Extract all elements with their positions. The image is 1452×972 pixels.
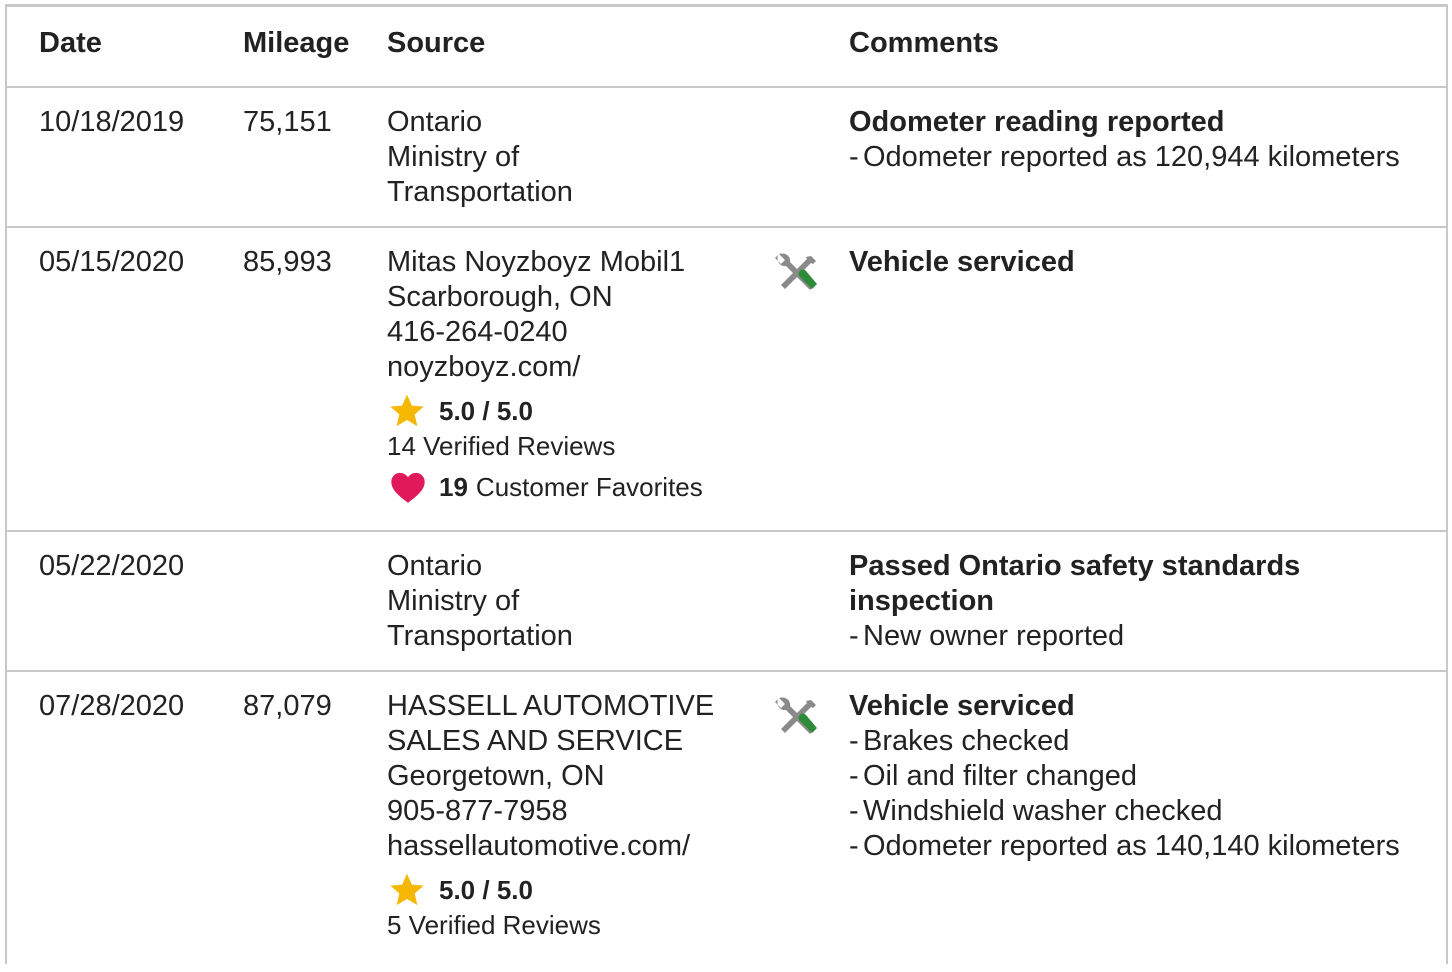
shop-rating: 5.0 / 5.0 xyxy=(387,872,714,908)
shop-phone[interactable]: 416-264-0240 xyxy=(387,315,703,350)
source-line: Transportation xyxy=(387,176,573,208)
rating-score: 5.0 / 5.0 xyxy=(439,874,533,905)
record-mileage: 87,079 xyxy=(243,690,332,722)
bullet-dash: - xyxy=(849,760,859,792)
record-date: 05/15/2020 xyxy=(39,246,185,278)
bullet-dash: - xyxy=(849,830,859,862)
record-source: HASSELL AUTOMOTIVE SALES AND SERVICE Geo… xyxy=(387,689,714,942)
bullet-text: Oil and filter changed xyxy=(863,760,1138,792)
record-source: Ontario Ministry of Transportation xyxy=(387,549,573,654)
comment-title: inspection xyxy=(849,585,995,617)
shop-name: HASSELL AUTOMOTIVE xyxy=(387,690,715,722)
bullet-text: Brakes checked xyxy=(863,725,1070,757)
bullet-dash: - xyxy=(849,725,859,757)
star-icon xyxy=(390,873,424,906)
verified-reviews-link[interactable]: 14 Verified Reviews xyxy=(387,429,703,463)
header-mileage: Mileage xyxy=(243,27,350,59)
comment-bullet: - Odometer reported as 120,944 kilometer… xyxy=(849,140,1409,175)
comment-bullet: - Brakes checked xyxy=(849,724,1409,759)
source-line: Ontario xyxy=(387,550,483,582)
rating-score: 5.0 / 5.0 xyxy=(439,395,533,426)
verified-reviews-link[interactable]: 5 Verified Reviews xyxy=(387,908,714,942)
source-line: Ontario xyxy=(387,106,483,138)
table-header-row: Date Mileage Source Comments xyxy=(7,7,1446,88)
shop-name: SALES AND SERVICE xyxy=(387,725,684,757)
tools-icon xyxy=(775,253,817,290)
service-icon-cell xyxy=(767,252,823,313)
comment-title: Odometer reading reported xyxy=(849,106,1225,138)
table-row: 05/22/2020 Ontario Ministry of Transport… xyxy=(7,532,1446,672)
table-row: 10/18/2019 75,151 Ontario Ministry of Tr… xyxy=(7,88,1446,228)
record-mileage: 85,993 xyxy=(243,246,332,278)
shop-rating: 5.0 / 5.0 xyxy=(387,393,703,429)
comment-bullet: - Oil and filter changed xyxy=(849,759,1409,794)
source-line: Ministry of xyxy=(387,141,520,173)
service-history-table: Date Mileage Source Comments 10/18/2019 … xyxy=(5,4,1448,964)
header-comments: Comments xyxy=(849,27,999,59)
record-comments: Vehicle serviced - Brakes checked - Oil … xyxy=(849,689,1409,864)
shop-location: Georgetown, ON xyxy=(387,760,605,792)
favorites-label: Customer Favorites xyxy=(475,471,703,502)
record-comments: Vehicle serviced xyxy=(849,245,1409,280)
bullet-text: Windshield washer checked xyxy=(863,795,1223,827)
record-date: 10/18/2019 xyxy=(39,106,185,138)
record-date: 07/28/2020 xyxy=(39,690,185,722)
header-date: Date xyxy=(39,27,102,59)
shop-name: Mitas Noyzboyz Mobil1 xyxy=(387,246,686,278)
comment-bullet: - Windshield washer checked xyxy=(849,794,1409,829)
record-comments: Passed Ontario safety standards inspecti… xyxy=(849,549,1409,654)
record-source: Mitas Noyzboyz Mobil1 Scarborough, ON 41… xyxy=(387,245,703,507)
customer-favorites: 19 Customer Favorites xyxy=(387,467,703,507)
comment-bullet: - New owner reported xyxy=(849,619,1409,654)
table-row: 05/15/2020 85,993 Mitas Noyzboyz Mobil1 … xyxy=(7,228,1446,532)
bullet-text: Odometer reported as 120,944 kilometers xyxy=(863,141,1400,173)
bullet-dash: - xyxy=(849,795,859,827)
bullet-dash: - xyxy=(849,620,859,652)
comment-title: Passed Ontario safety standards xyxy=(849,550,1301,582)
comment-title: Vehicle serviced xyxy=(849,690,1075,722)
bullet-dash: - xyxy=(849,141,859,173)
shop-location: Scarborough, ON xyxy=(387,281,613,313)
shop-website-link[interactable]: noyzboyz.com/ xyxy=(387,350,703,385)
bullet-text: New owner reported xyxy=(863,620,1125,652)
favorites-count: 19 xyxy=(439,471,468,502)
bullet-text: Odometer reported as 140,140 kilometers xyxy=(863,830,1400,862)
source-line: Transportation xyxy=(387,620,573,652)
record-mileage: 75,151 xyxy=(243,106,332,138)
shop-phone[interactable]: 905-877-7958 xyxy=(387,794,714,829)
record-source: Ontario Ministry of Transportation xyxy=(387,105,573,210)
star-icon xyxy=(390,394,424,427)
tools-icon xyxy=(775,697,817,734)
comment-bullet: - Odometer reported as 140,140 kilometer… xyxy=(849,829,1409,864)
record-date: 05/22/2020 xyxy=(39,550,185,582)
service-icon-cell xyxy=(767,696,823,757)
header-source: Source xyxy=(387,27,486,59)
source-line: Ministry of xyxy=(387,585,520,617)
record-comments: Odometer reading reported - Odometer rep… xyxy=(849,105,1409,175)
shop-website-link[interactable]: hassellautomotive.com/ xyxy=(387,829,714,864)
heart-icon xyxy=(391,472,425,503)
table-row: 07/28/2020 87,079 HASSELL AUTOMOTIVE SAL… xyxy=(7,672,1446,972)
comment-title: Vehicle serviced xyxy=(849,246,1075,278)
